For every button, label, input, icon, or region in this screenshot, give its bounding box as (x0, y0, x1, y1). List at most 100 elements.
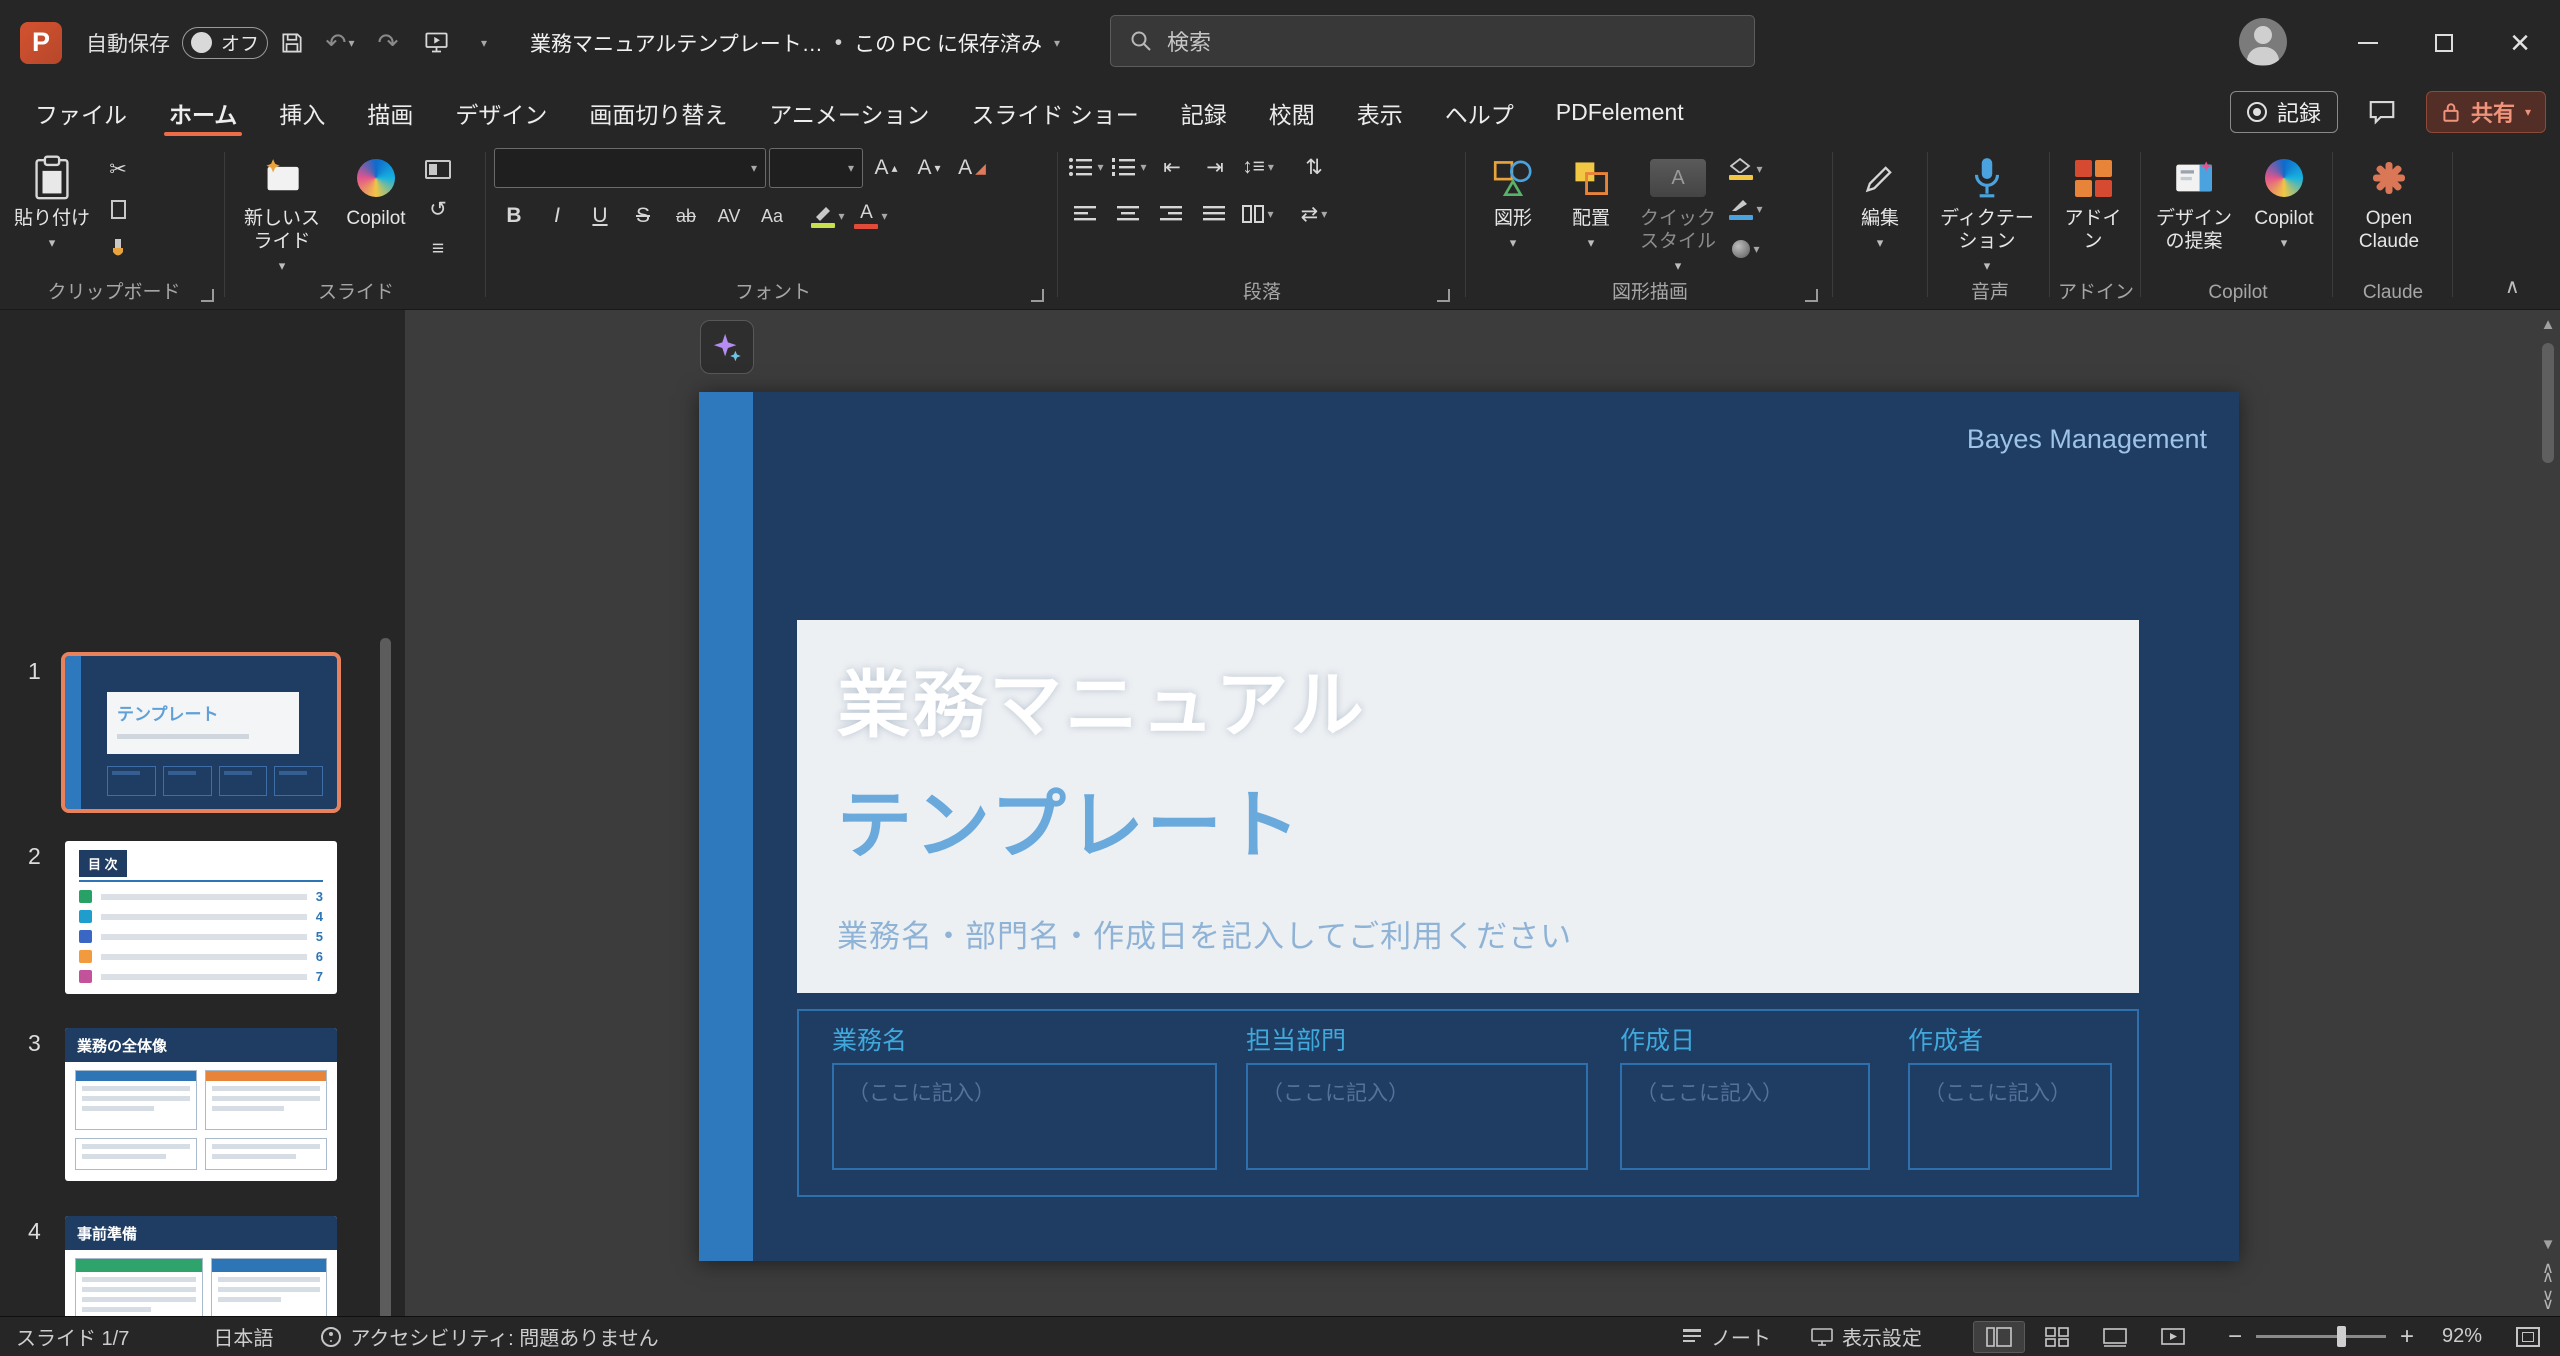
minimize-button[interactable] (2330, 0, 2406, 85)
tab-transitions[interactable]: 画面切り替え (568, 85, 748, 140)
tab-help[interactable]: ヘルプ (1424, 85, 1535, 140)
font-name-combo[interactable]: ▾ (494, 148, 766, 188)
open-claude-button[interactable]: Open Claude (2337, 148, 2441, 259)
field-input-box[interactable]: （ここに記入） (1908, 1063, 2112, 1170)
normal-view-button[interactable] (1973, 1321, 2025, 1353)
tab-insert[interactable]: 挿入 (258, 85, 346, 140)
field-input-box[interactable]: （ここに記入） (1620, 1063, 1870, 1170)
cut-button[interactable]: ✂ (98, 150, 138, 188)
new-slide-button[interactable]: 新しいスライド ▾ (230, 148, 334, 280)
shape-effects-button[interactable]: ▾ (1726, 230, 1766, 268)
thumbnail-slide-2[interactable]: 目 次 3 4 5 6 7 (65, 841, 337, 994)
character-spacing-button[interactable]: AV (709, 197, 749, 235)
copilot-button[interactable]: Copilot (334, 148, 418, 236)
double-strikethrough-button[interactable]: ab (666, 197, 706, 235)
align-left-button[interactable] (1066, 195, 1106, 233)
document-title[interactable]: 業務マニュアルテンプレート… • この PC に保存済み ▾ (530, 28, 1060, 58)
powerpoint-logo[interactable]: P (20, 22, 62, 64)
thumbnail-slide-3[interactable]: 業務の全体像 (65, 1028, 337, 1181)
record-button[interactable]: 記録 (2230, 91, 2338, 133)
zoom-out-button[interactable]: − (2228, 1323, 2242, 1351)
shape-fill-button[interactable]: ▾ (1726, 150, 1766, 188)
line-spacing-button[interactable]: ↕≡▾ (1238, 148, 1278, 186)
dialog-launcher-icon[interactable] (1805, 289, 1818, 302)
designer-suggestion-button[interactable] (700, 320, 754, 374)
thumbnail-slide-4[interactable]: 事前準備 (65, 1216, 337, 1316)
language-indicator[interactable]: 日本語 (213, 1322, 273, 1351)
arrange-button[interactable]: 配置 ▾ (1552, 148, 1630, 257)
dictation-button[interactable]: ディクテーション ▾ (1932, 148, 2042, 280)
start-slideshow-button[interactable] (412, 17, 460, 69)
font-color-button[interactable]: A ▾ (851, 197, 891, 235)
scroll-up-icon[interactable]: ▲ (2541, 314, 2556, 335)
scrollbar-thumb[interactable] (380, 638, 391, 1316)
field-input-box[interactable]: （ここに記入） (1246, 1063, 1588, 1170)
fit-to-window-button[interactable] (2516, 1327, 2540, 1347)
tab-animations[interactable]: アニメーション (748, 85, 950, 140)
strikethrough-button[interactable]: S (623, 197, 663, 235)
comments-button[interactable] (2360, 91, 2404, 133)
addins-button[interactable]: アドイン (2054, 148, 2132, 259)
undo-button[interactable]: ↶▾ (316, 17, 364, 69)
reading-view-button[interactable] (2089, 1321, 2141, 1353)
highlight-color-button[interactable]: ▾ (808, 197, 848, 235)
close-button[interactable]: × (2482, 0, 2558, 85)
redo-button[interactable]: ↷ (364, 17, 412, 69)
design-ideas-button[interactable]: デザインの提案 (2146, 148, 2242, 259)
slide-brand-text[interactable]: Bayes Management (1967, 424, 2207, 455)
restore-button[interactable] (2406, 0, 2482, 85)
italic-button[interactable]: I (537, 197, 577, 235)
previous-slide-button[interactable]: ∧∧ (2542, 1265, 2554, 1283)
decrease-indent-button[interactable]: ⇤ (1152, 148, 1192, 186)
tab-pdfelement[interactable]: PDFelement (1535, 85, 1705, 140)
zoom-slider[interactable] (2256, 1335, 2386, 1338)
format-painter-button[interactable] (98, 230, 138, 268)
tab-review[interactable]: 校閲 (1248, 85, 1336, 140)
user-avatar[interactable] (2239, 18, 2287, 66)
tab-file[interactable]: ファイル (14, 85, 148, 140)
copy-button[interactable] (98, 190, 138, 228)
search-box[interactable]: 検索 (1110, 15, 1755, 67)
next-slide-button[interactable]: ∨∨ (2542, 1292, 2554, 1310)
convert-to-smartart-button[interactable]: ⇄▾ (1294, 195, 1334, 233)
thumbnail-scrollbar[interactable] (380, 628, 391, 1310)
shape-outline-button[interactable]: ▾ (1726, 190, 1766, 228)
tab-slideshow[interactable]: スライド ショー (950, 85, 1159, 140)
align-center-button[interactable] (1109, 195, 1149, 233)
slide-indicator[interactable]: スライド 1/7 (16, 1322, 129, 1351)
tab-design[interactable]: デザイン (434, 85, 568, 140)
slide-sorter-view-button[interactable] (2031, 1321, 2083, 1353)
accessibility-checker[interactable]: アクセシビリティ: 問題ありません (321, 1322, 658, 1351)
clear-formatting-button[interactable]: A◢ (952, 149, 992, 187)
autosave-toggle[interactable]: オフ (182, 27, 268, 59)
text-direction-button[interactable]: ⇅ (1294, 148, 1334, 186)
share-button[interactable]: 共有 ▾ (2426, 91, 2546, 133)
zoom-slider-thumb[interactable] (2337, 1326, 2346, 1347)
slideshow-view-button[interactable] (2147, 1321, 2199, 1353)
collapse-ribbon-button[interactable]: ∧ (2505, 274, 2520, 299)
slide-layout-button[interactable] (418, 150, 458, 188)
numbered-list-button[interactable]: ▾ (1109, 148, 1149, 186)
dialog-launcher-icon[interactable] (201, 289, 214, 302)
tab-home[interactable]: ホーム (148, 85, 258, 140)
justify-button[interactable] (1195, 195, 1235, 233)
change-case-button[interactable]: Aa (752, 197, 792, 235)
zoom-level[interactable]: 92% (2442, 1325, 2482, 1348)
paste-button[interactable]: 貼り付け ▾ (6, 148, 98, 257)
notes-button[interactable]: ノート (1682, 1322, 1771, 1351)
canvas-scrollbar[interactable]: ▲ ▼ ∧∧ ∨∨ (2538, 314, 2558, 1310)
bold-button[interactable]: B (494, 197, 534, 235)
increase-indent-button[interactable]: ⇥ (1195, 148, 1235, 186)
quick-access-toolbar-chevron[interactable]: ▾ (460, 17, 508, 69)
shapes-button[interactable]: 図形 ▾ (1474, 148, 1552, 257)
font-size-combo[interactable]: ▾ (769, 148, 863, 188)
scroll-down-icon[interactable]: ▼ (2541, 1234, 2556, 1255)
reset-slide-button[interactable]: ↺ (418, 190, 458, 228)
save-button[interactable] (268, 17, 316, 69)
dialog-launcher-icon[interactable] (1031, 289, 1044, 302)
slide-editing-area[interactable]: Bayes Management 業務マニュアル テンプレート 業務名・部門名・… (699, 392, 2239, 1261)
quick-styles-button[interactable]: A クイックスタイル ▾ (1630, 148, 1726, 280)
display-settings-button[interactable]: 表示設定 (1811, 1322, 1922, 1351)
dialog-launcher-icon[interactable] (1437, 289, 1450, 302)
increase-font-size-button[interactable]: A▴ (866, 149, 906, 187)
